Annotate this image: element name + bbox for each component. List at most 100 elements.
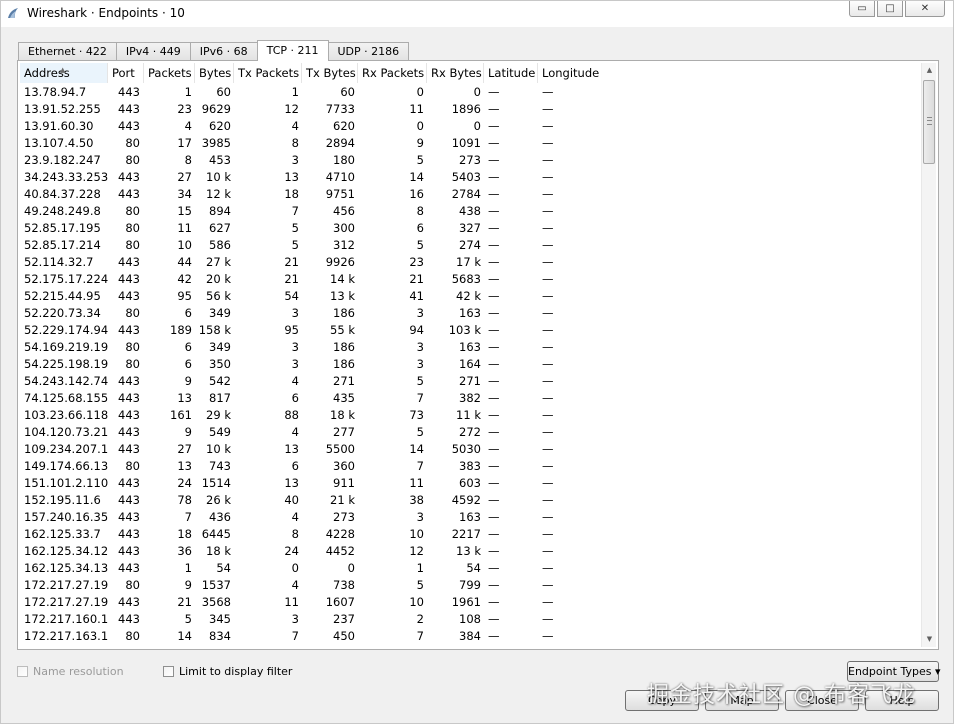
scrollbar-thumb[interactable] [923, 80, 935, 164]
cell-latitude: — [488, 306, 500, 320]
table-row[interactable]: 162.125.33.7 443 18 6445 8 4228 10 2217 — — [20, 526, 920, 543]
cell-tx-bytes: 277 [333, 425, 355, 439]
cell-bytes: 349 [209, 340, 231, 354]
minimize-icon[interactable]: ▭ [849, 1, 875, 17]
cell-packets: 6 [184, 357, 192, 371]
column-header-rx-bytes[interactable]: Rx Bytes [427, 63, 484, 83]
table-row[interactable]: 54.169.219.198 80 6 349 3 186 3 163 — — [20, 339, 920, 356]
cell-port: 443 [118, 544, 140, 558]
column-header-packets[interactable]: Packets [144, 63, 195, 83]
cell-tx-packets: 13 [284, 442, 299, 456]
table-row[interactable]: 104.120.73.214 443 9 549 4 277 5 272 — — [20, 424, 920, 441]
column-header-port[interactable]: Port [108, 63, 144, 83]
cell-address: 172.217.163.198 [24, 629, 108, 643]
cell-latitude: — [488, 102, 500, 116]
column-header-latitude[interactable]: Latitude [484, 63, 538, 83]
table-row[interactable]: 157.240.16.35 443 7 436 4 273 3 163 — — [20, 509, 920, 526]
tab-ipv4[interactable]: IPv4 · 449 [115, 42, 191, 60]
cell-longitude: — [542, 323, 554, 337]
table-row[interactable]: 162.125.34.137 443 1 54 0 0 1 54 — — [20, 560, 920, 577]
scroll-down-icon[interactable]: ▼ [922, 632, 937, 647]
maximize-icon[interactable]: □ [877, 1, 903, 17]
cell-tx-bytes: 180 [333, 153, 355, 167]
table-row[interactable]: 74.125.68.155 443 13 817 6 435 7 382 — — [20, 390, 920, 407]
cell-port: 80 [125, 357, 140, 371]
column-header-address[interactable]: ▲ Address [20, 63, 108, 83]
scroll-up-icon[interactable]: ▲ [922, 63, 937, 78]
table-row[interactable]: 172.217.163.198 80 14 834 7 450 7 384 — — [20, 628, 920, 645]
cell-rx-bytes: 54 [466, 561, 481, 575]
table-row[interactable]: 172.217.27.194 80 9 1537 4 738 5 799 — — [20, 577, 920, 594]
cell-bytes: 894 [209, 204, 231, 218]
cell-tx-bytes: 456 [333, 204, 355, 218]
column-header-tx-packets[interactable]: Tx Packets [234, 63, 302, 83]
table-row[interactable]: 13.91.60.30 443 4 620 4 620 0 0 — — [20, 118, 920, 135]
cell-longitude: — [542, 153, 554, 167]
cell-latitude: — [488, 391, 500, 405]
name-resolution-label: Name resolution [33, 665, 124, 678]
table-row[interactable]: 13.78.94.7 443 1 60 1 60 0 0 — — [20, 84, 920, 101]
cell-packets: 23 [177, 102, 192, 116]
table-row[interactable]: 52.215.44.95 443 95 56 k 54 13 k 41 42 k — — [20, 288, 920, 305]
cell-rx-packets: 5 [416, 425, 424, 439]
table-row[interactable]: 162.125.34.129 443 36 18 k 24 4452 12 13 k — — [20, 543, 920, 560]
table-row[interactable]: 52.220.73.34 80 6 349 3 186 3 163 — — [20, 305, 920, 322]
table-row[interactable]: 172.217.27.194 443 21 3568 11 1607 10 1961 — — [20, 594, 920, 611]
table-row[interactable]: 23.9.182.247 80 8 453 3 180 5 273 — — [20, 152, 920, 169]
table-row[interactable]: 52.229.174.94 443 189 158 k 95 55 k 94 103 k — — [20, 322, 920, 339]
table-row[interactable]: 103.23.66.118 443 161 29 k 88 18 k 73 11 k — — [20, 407, 920, 424]
tab-ipv6[interactable]: IPv6 · 68 [189, 42, 258, 60]
table-row[interactable]: 13.91.52.255 443 23 9629 12 7733 11 1896 — — [20, 101, 920, 118]
tab-udp[interactable]: UDP · 2186 [327, 42, 410, 60]
table-row[interactable]: 149.174.66.134 80 13 743 6 360 7 383 — — [20, 458, 920, 475]
cell-tx-packets: 7 [291, 629, 299, 643]
table-row[interactable]: 172.217.160.162 443 5 345 3 237 2 108 — — [20, 611, 920, 628]
cell-longitude: — [542, 442, 554, 456]
cell-bytes: 9629 [201, 102, 231, 116]
cell-address: 40.84.37.228 [24, 187, 101, 201]
endpoints-table[interactable]: ▲ Address Port Packets Bytes Tx Packets … [20, 63, 920, 647]
cell-tx-bytes: 186 [333, 306, 355, 320]
cell-tx-bytes: 9926 [325, 255, 355, 269]
cell-longitude: — [542, 306, 554, 320]
table-row[interactable]: 52.114.32.7 443 44 27 k 21 9926 23 17 k — — [20, 254, 920, 271]
table-row[interactable]: 54.243.142.74 443 9 542 4 271 5 271 — — [20, 373, 920, 390]
limit-filter-option[interactable]: Limit to display filter [163, 665, 292, 678]
cell-tx-bytes: 7733 [325, 102, 355, 116]
table-row[interactable]: 52.85.17.195 80 11 627 5 300 6 327 — — [20, 220, 920, 237]
tab-ethernet[interactable]: Ethernet · 422 [18, 42, 117, 60]
table-row[interactable]: 13.107.4.50 80 17 3985 8 2894 9 1091 — — [20, 135, 920, 152]
column-header-bytes[interactable]: Bytes [195, 63, 234, 83]
cell-bytes: 3568 [201, 595, 231, 609]
table-row[interactable]: 52.85.17.214 80 10 586 5 312 5 274 — — [20, 237, 920, 254]
cell-longitude: — [542, 408, 554, 422]
table-row[interactable]: 52.175.17.224 443 42 20 k 21 14 k 21 5683 — — [20, 271, 920, 288]
cell-port: 443 [118, 612, 140, 626]
column-header-tx-bytes[interactable]: Tx Bytes [302, 63, 358, 83]
vertical-scrollbar[interactable]: ▲ ▼ [921, 63, 936, 647]
table-row[interactable]: 54.225.198.196 80 6 350 3 186 3 164 — — [20, 356, 920, 373]
cell-port: 443 [118, 255, 140, 269]
table-row[interactable]: 151.101.2.110 443 24 1514 13 911 11 603 — — [20, 475, 920, 492]
cell-packets: 11 [177, 221, 192, 235]
cell-rx-packets: 3 [416, 306, 424, 320]
cell-rx-packets: 3 [416, 340, 424, 354]
cell-rx-bytes: 103 k [448, 323, 481, 337]
table-row[interactable]: 40.84.37.228 443 34 12 k 18 9751 16 2784 — — [20, 186, 920, 203]
table-row[interactable]: 109.234.207.107 443 27 10 k 13 5500 14 5030 — — [20, 441, 920, 458]
table-row[interactable]: 49.248.249.8 80 15 894 7 456 8 438 — — [20, 203, 920, 220]
cell-tx-bytes: 738 [333, 578, 355, 592]
cell-rx-packets: 41 [409, 289, 424, 303]
table-row[interactable]: 34.243.33.253 443 27 10 k 13 4710 14 5403 — — [20, 169, 920, 186]
cell-address: 151.101.2.110 [24, 476, 108, 490]
cell-rx-packets: 5 [416, 578, 424, 592]
column-header-longitude[interactable]: Longitude [538, 63, 618, 83]
table-row[interactable]: 152.195.11.6 443 78 26 k 40 21 k 38 4592 — — [20, 492, 920, 509]
limit-filter-checkbox[interactable] [163, 666, 174, 677]
cell-port: 443 [118, 102, 140, 116]
cell-packets: 17 [177, 136, 192, 150]
close-icon[interactable]: ✕ [905, 1, 945, 17]
column-header-rx-packets[interactable]: Rx Packets [358, 63, 427, 83]
cell-rx-bytes: 163 [459, 340, 481, 354]
tab-tcp[interactable]: TCP · 211 [256, 40, 329, 61]
